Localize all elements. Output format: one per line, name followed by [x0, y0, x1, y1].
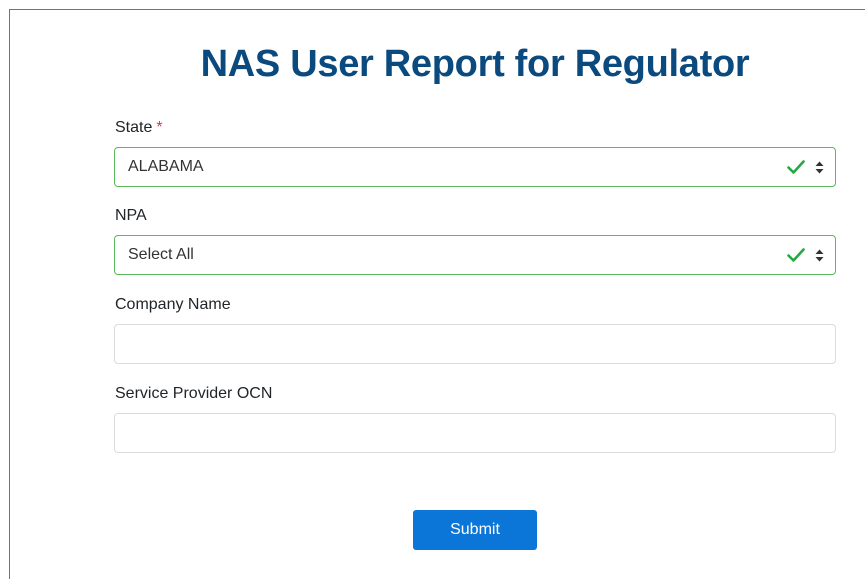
- check-icon: [787, 160, 805, 174]
- submit-button[interactable]: Submit: [413, 510, 537, 550]
- state-select[interactable]: ALABAMA: [114, 147, 836, 187]
- sort-arrows-icon: [815, 161, 824, 174]
- page-title: NAS User Report for Regulator: [200, 43, 750, 85]
- check-icon: [787, 248, 805, 262]
- npa-select[interactable]: Select All: [114, 235, 836, 275]
- company-name-label: Company Name: [115, 296, 231, 313]
- state-label: State *: [115, 118, 163, 138]
- service-provider-ocn-input[interactable]: [114, 413, 836, 453]
- state-label-text: State: [115, 119, 153, 136]
- service-provider-ocn-label: Service Provider OCN: [115, 385, 273, 402]
- company-name-input[interactable]: [114, 324, 836, 364]
- state-select-value: ALABAMA: [128, 158, 204, 175]
- report-panel: [9, 9, 865, 579]
- required-marker: *: [156, 119, 163, 136]
- npa-label: NPA: [115, 207, 147, 224]
- sort-arrows-icon: [815, 249, 824, 262]
- npa-select-value: Select All: [128, 246, 194, 263]
